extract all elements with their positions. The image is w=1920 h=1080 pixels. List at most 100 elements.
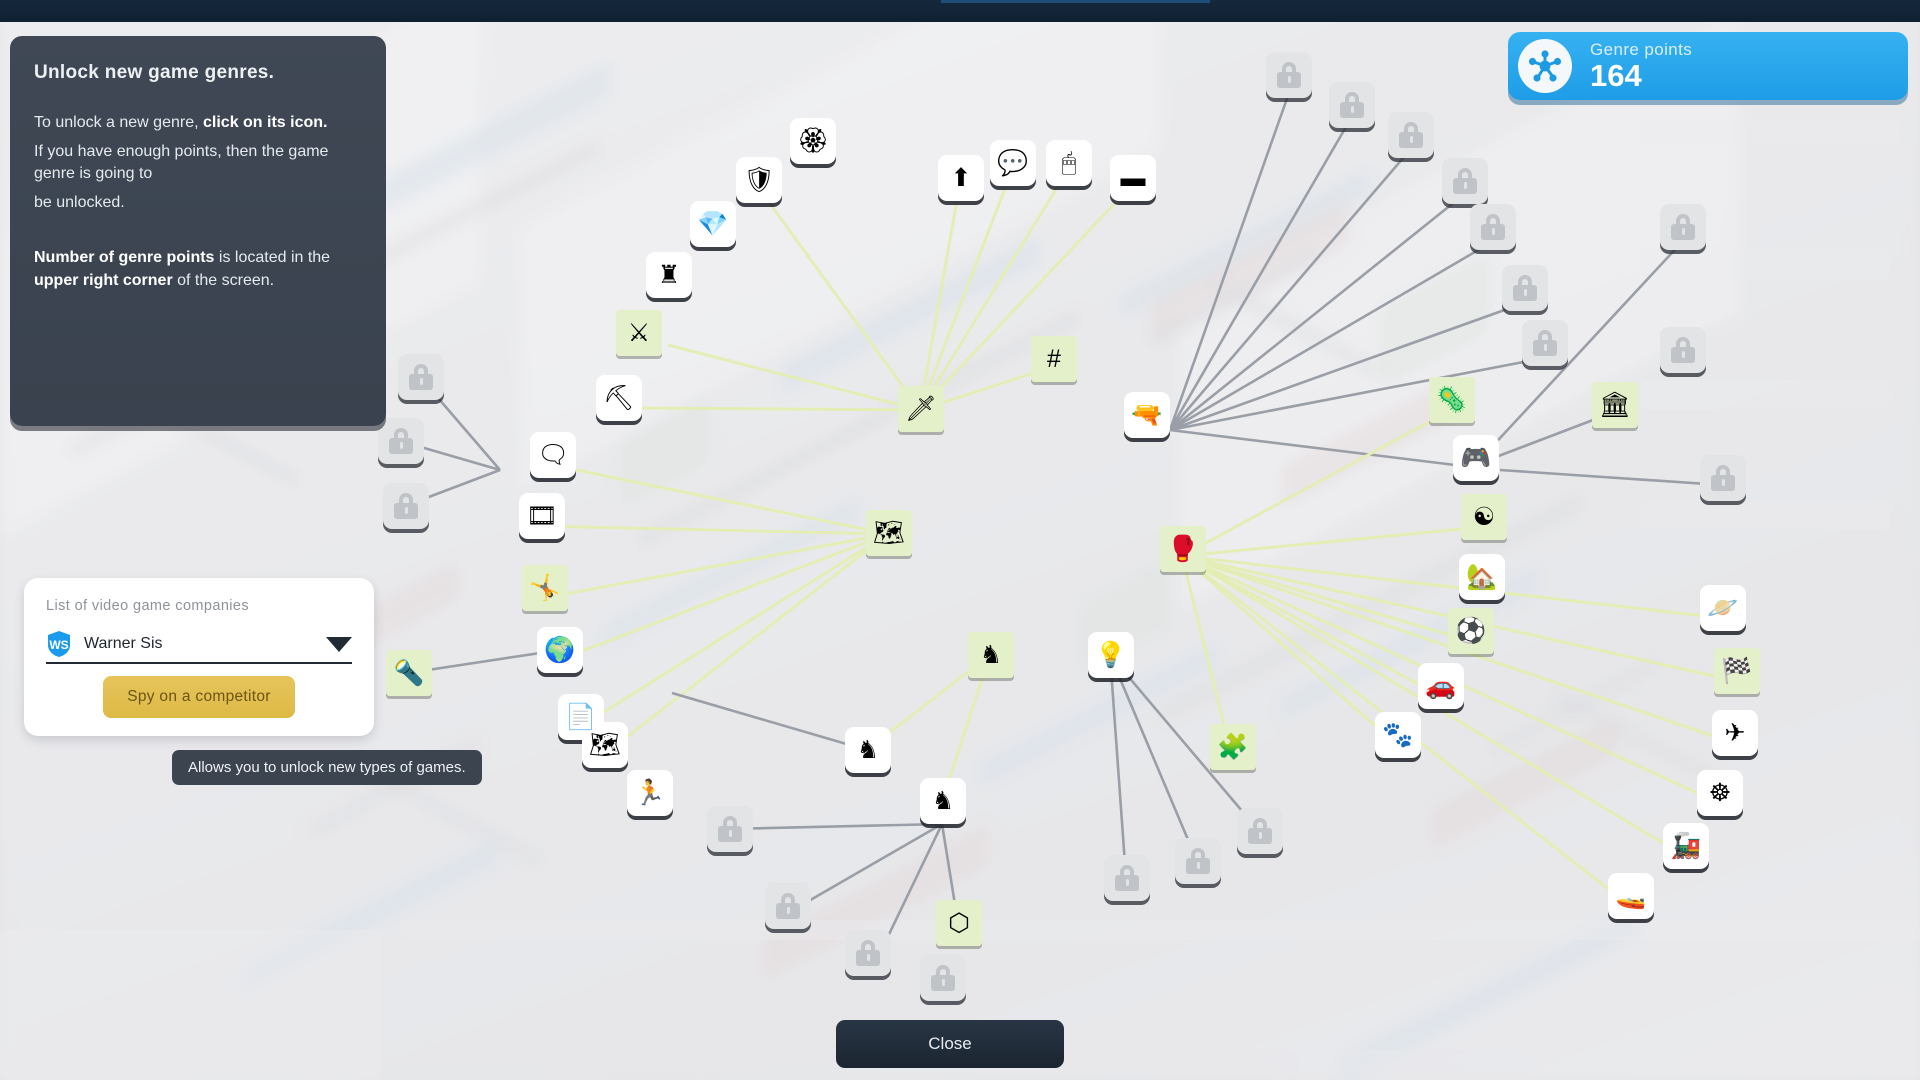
chess-knight-icon: ♞ — [979, 640, 1003, 669]
lock-icon — [394, 493, 418, 519]
genre-fantasy-shield[interactable]: 🛡 — [736, 157, 782, 203]
amoeba-icon: 🦠 — [1436, 385, 1468, 414]
genre-driving-wheel[interactable]: ☸ — [1697, 770, 1743, 816]
genre-tower-defense[interactable]: ♜ — [646, 252, 692, 298]
lock-node-7[interactable] — [1522, 320, 1568, 366]
lock-node-1[interactable] — [1266, 52, 1312, 98]
lock-node-18[interactable] — [1104, 855, 1150, 901]
lock-node-5[interactable] — [1470, 204, 1516, 250]
close-button[interactable]: Close — [836, 1020, 1064, 1068]
tech-tree-edge — [1169, 356, 1545, 432]
steering-wheel-icon: ☸ — [1708, 778, 1732, 807]
genre-globe[interactable]: 🌍 — [537, 627, 583, 673]
tech-tree-edge — [1181, 554, 1441, 698]
lock-icon — [1481, 214, 1505, 240]
genre-amoeba[interactable]: 🦠 — [1429, 377, 1475, 423]
lock-icon — [1340, 92, 1364, 118]
lock-node-19[interactable] — [1175, 838, 1221, 884]
crest-icon: 🏵 — [797, 126, 829, 155]
lock-node-8[interactable] — [1660, 204, 1706, 250]
gamepad-gears-icon: 🎮 — [1460, 443, 1492, 472]
lock-node-16[interactable] — [845, 930, 891, 976]
genre-heraldry[interactable]: 🏵 — [790, 118, 836, 164]
lock-icon — [856, 940, 880, 966]
dialogue-window-icon: 🗨 — [537, 440, 569, 469]
tic-tac-toe-icon: # — [1047, 344, 1061, 373]
genre-fmv[interactable]: 🎞 — [519, 493, 565, 539]
genre-idea-bulb[interactable]: 💡 — [1088, 632, 1134, 678]
tutorial-line-4-bold-b: upper right corner — [34, 271, 173, 289]
genre-points-label: Genre points — [1590, 39, 1693, 59]
network-hub-icon — [1518, 39, 1572, 93]
genre-racing-flag[interactable]: 🏁 — [1714, 648, 1760, 694]
chess-rook-icon: ♜ — [657, 260, 681, 289]
genre-farming[interactable]: 🏡 — [1459, 554, 1505, 600]
spy-tooltip: Allows you to unlock new types of games. — [172, 750, 482, 785]
genre-paw[interactable]: 🐾 — [1375, 712, 1421, 758]
lock-node-11[interactable] — [398, 354, 444, 400]
lock-icon — [931, 965, 955, 991]
genre-fighting-ring[interactable]: 🥊 — [1160, 526, 1206, 572]
lock-node-14[interactable] — [707, 806, 753, 852]
lock-node-17[interactable] — [920, 955, 966, 1001]
tech-tree-edge — [1181, 554, 1398, 747]
genre-museum[interactable]: 🏛 — [1592, 382, 1638, 428]
film-strip-icon: 🎞 — [526, 501, 558, 530]
company-panel: List of video game companies WS Warner S… — [24, 578, 374, 736]
tutorial-line-3: be unlocked. — [34, 194, 125, 212]
genre-stealth-lamp[interactable]: 🔦 — [386, 650, 432, 696]
lock-node-12[interactable] — [378, 418, 424, 464]
lock-node-20[interactable] — [1237, 808, 1283, 854]
genre-puzzle-tictactoe[interactable]: # — [1031, 336, 1077, 382]
lock-node-10[interactable] — [1700, 455, 1746, 501]
genre-adventure-map[interactable]: 🗺 — [866, 510, 912, 556]
airplane-icon: ✈ — [1724, 718, 1746, 747]
lock-icon — [1186, 848, 1210, 874]
genre-space-planet[interactable]: 🪐 — [1700, 585, 1746, 631]
lock-node-15[interactable] — [765, 883, 811, 929]
spy-on-competitor-button[interactable]: Spy on a competitor — [103, 676, 295, 718]
genre-dating-sim[interactable]: 💬 — [990, 140, 1036, 186]
genre-clicker[interactable]: 🖱 — [1046, 140, 1092, 186]
tutorial-line-4-bold-a: Number of genre points — [34, 248, 215, 266]
genre-submarine[interactable]: 🚤 — [1608, 873, 1654, 919]
tech-tree-edge — [728, 822, 943, 831]
genre-gamepad-gears[interactable]: 🎮 — [1453, 435, 1499, 481]
genre-puzzle-graph[interactable]: ⬡ — [936, 900, 982, 946]
genre-runner[interactable]: 🏃 — [627, 770, 673, 816]
lock-node-6[interactable] — [1502, 265, 1548, 311]
genre-jigsaw[interactable]: 🧩 — [1210, 724, 1256, 770]
genre-rhythm[interactable]: ⬆ — [938, 155, 984, 201]
yin-yang-icon: ☯ — [1472, 502, 1496, 531]
gem-icon: 💎 — [697, 209, 729, 238]
lock-node-4[interactable] — [1442, 158, 1488, 204]
lock-node-2[interactable] — [1329, 82, 1375, 128]
folded-map-icon: 🗺 — [873, 518, 905, 547]
lock-node-13[interactable] — [383, 483, 429, 529]
genre-yin-yang[interactable]: ☯ — [1461, 494, 1507, 540]
lock-node-3[interactable] — [1388, 112, 1434, 158]
genre-sports-soccer[interactable]: ⚽ — [1448, 608, 1494, 654]
genre-chess-knight[interactable]: ♞ — [968, 632, 1014, 678]
company-select[interactable]: WS Warner Sis — [46, 626, 352, 664]
tutorial-line-2: If you have enough points, then the game… — [34, 142, 329, 183]
genre-pickaxe[interactable]: ⛏ — [596, 375, 642, 421]
genre-knight-split[interactable]: ♞ — [845, 727, 891, 773]
lock-node-9[interactable] — [1660, 327, 1706, 373]
pickaxe-icon: ⛏ — [603, 383, 635, 412]
genre-strategy-swords[interactable]: ⚔ — [616, 310, 662, 356]
genre-arkanoid[interactable]: ▬ — [1110, 155, 1156, 201]
chevron-down-icon[interactable] — [326, 636, 352, 652]
genre-visual-novel[interactable]: 🗨 — [530, 432, 576, 478]
genre-platformer-fall[interactable]: 🤸 — [522, 565, 568, 611]
genre-turn-based[interactable]: ♞ — [920, 778, 966, 824]
lamp-stamp-icon: 🔦 — [393, 658, 425, 687]
genre-car-racing[interactable]: 🚗 — [1418, 663, 1464, 709]
genre-train-sim[interactable]: 🚂 — [1663, 823, 1709, 869]
genre-gem[interactable]: 💎 — [690, 201, 736, 247]
lock-icon — [389, 428, 413, 454]
genre-rpg[interactable]: 🗡 — [898, 386, 944, 432]
genre-points-panel: Genre points 164 — [1508, 32, 1908, 100]
genre-shooter-revolver[interactable]: 🔫 — [1124, 392, 1170, 438]
genre-flight-sim[interactable]: ✈ — [1712, 710, 1758, 756]
